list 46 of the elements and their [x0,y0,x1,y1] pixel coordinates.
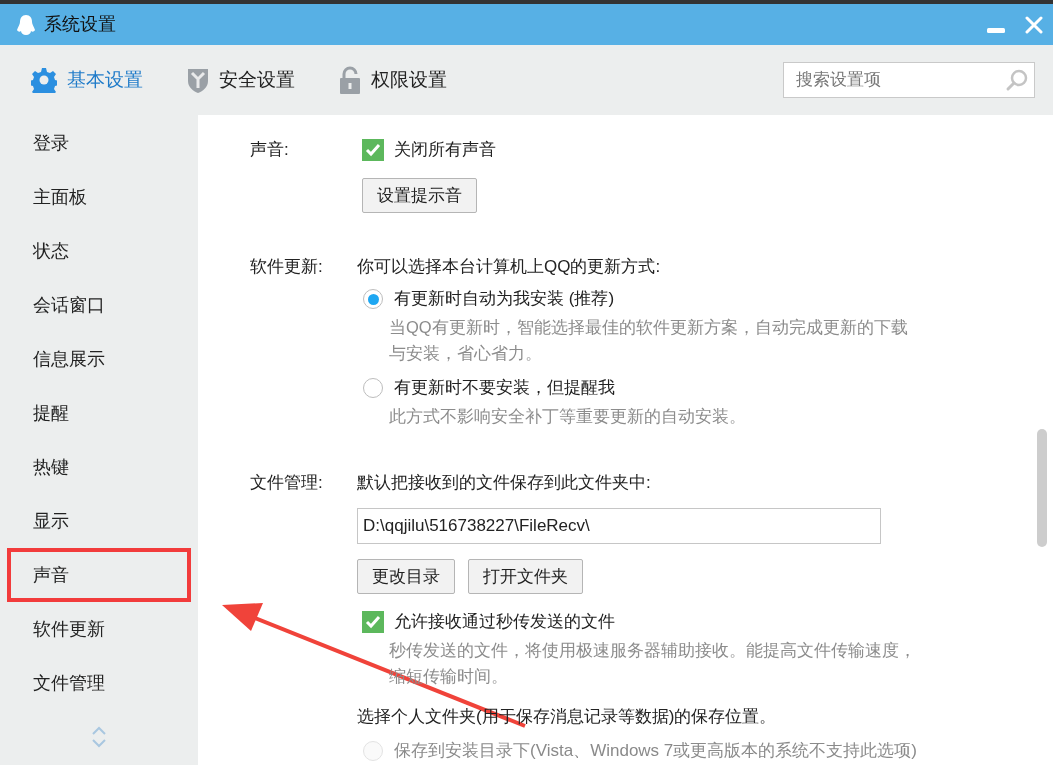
shield-icon [187,67,209,93]
sidebar-item[interactable]: 声音 [7,548,191,602]
sidebar-item[interactable]: 主面板 [0,170,198,224]
button[interactable]: 打开文件夹 [468,559,583,594]
radio-label: 保存到安装目录下(Vista、Windows 7或更高版本的系统不支持此选项) [394,740,917,762]
chevron-down-icon[interactable] [91,739,107,748]
sidebar-item[interactable]: 状态 [0,224,198,278]
tab[interactable]: 基本设置 [31,65,143,95]
instruction-text: 你可以选择本台计算机上QQ的更新方式: [357,256,661,278]
description-text: 此方式不影响安全补丁等重要更新的自动安装。 [389,406,747,427]
sidebar-item[interactable]: 文件管理 [0,656,198,710]
sidebar-item[interactable]: 会话窗口 [0,278,198,332]
tab[interactable]: 权限设置 [339,65,447,95]
minimize-icon[interactable] [987,27,1005,34]
tab[interactable]: 安全设置 [187,65,295,95]
sidebar-item[interactable]: 登录 [0,116,198,170]
radio-button[interactable] [363,378,383,398]
checkbox-label: 允许接收通过秒传发送的文件 [394,611,615,633]
close-icon[interactable] [1025,15,1043,34]
sidebar-item[interactable]: 显示 [0,494,198,548]
button[interactable]: 设置提示音 [362,178,477,213]
sidebar-item[interactable]: 软件更新 [0,602,198,656]
penguin-icon [16,13,36,36]
radio-label: 有更新时不要安装，但提醒我 [394,377,615,399]
search-field[interactable]: 搜索设置项 [783,62,1035,98]
section-label: 软件更新: [250,256,324,278]
instruction-text: 默认把接收到的文件保存到此文件夹中: [357,472,651,494]
scrollbar-thumb[interactable] [1037,429,1047,547]
button[interactable]: 更改目录 [357,559,455,594]
checkbox-label: 关闭所有声音 [394,139,496,161]
lock-icon [339,66,361,94]
sidebar-item[interactable]: 信息展示 [0,332,198,386]
sidebar-item[interactable]: 提醒 [0,386,198,440]
checkbox[interactable] [362,611,384,633]
section-label: 文件管理: [250,472,324,494]
description-text: 当QQ有更新时，智能选择最佳的软件更新方案，自动完成更新的下载与安装，省心省力。 [389,317,909,364]
chevron-up-icon[interactable] [91,726,107,735]
sidebar-item[interactable]: 热键 [0,440,198,494]
gear-icon [31,67,57,93]
search-icon[interactable] [1005,68,1029,92]
section-label: 声音: [250,139,290,161]
checkbox[interactable] [362,139,384,161]
path-field[interactable]: D:\qqjilu\516738227\FileRecv\ [357,508,881,544]
radio-button[interactable] [363,289,383,309]
window-title: 系统设置 [44,13,116,36]
radio-label: 有更新时自动为我安装 (推荐) [394,288,615,310]
